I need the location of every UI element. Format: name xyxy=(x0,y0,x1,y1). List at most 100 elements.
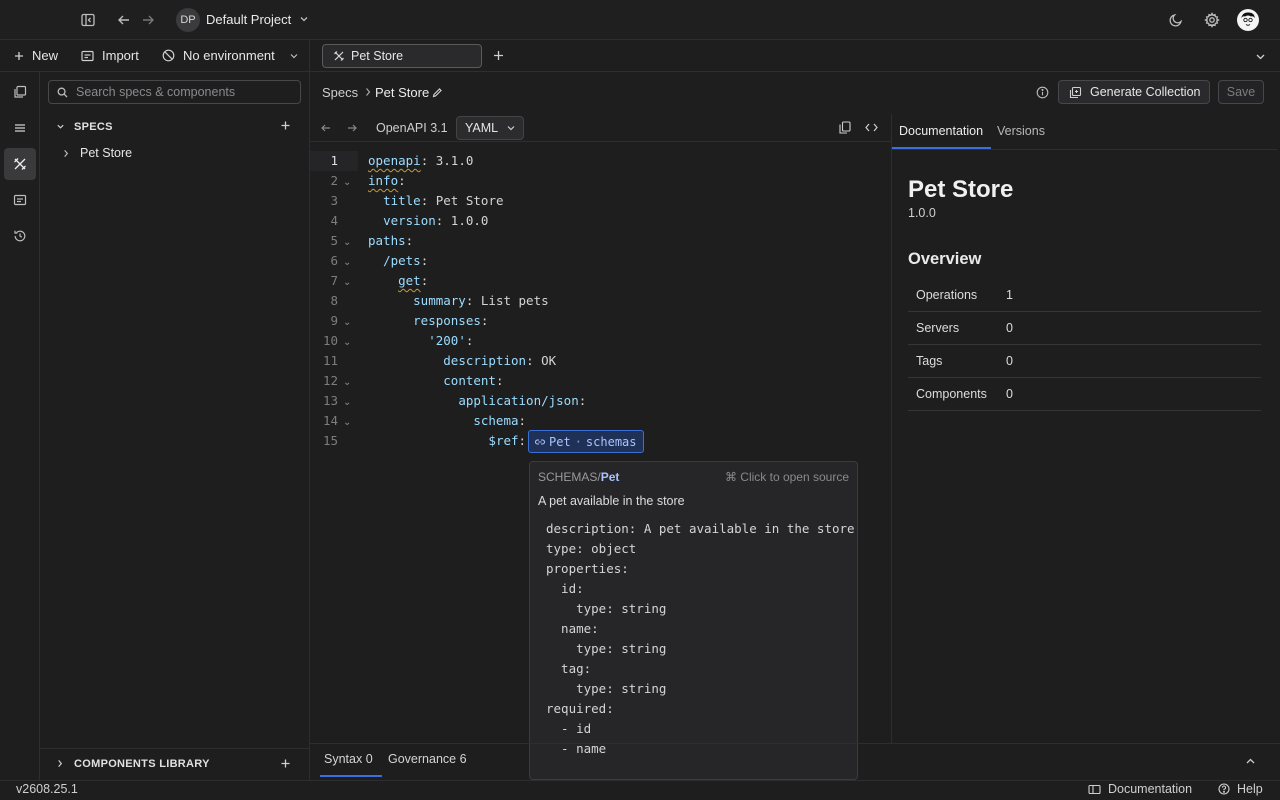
tab-governance[interactable]: Governance 6 xyxy=(388,752,467,766)
documentation-link[interactable]: Documentation xyxy=(1088,782,1192,796)
hover-card-line: type: string xyxy=(546,681,667,696)
moon-icon[interactable] xyxy=(1168,12,1184,28)
generate-icon xyxy=(1069,86,1082,99)
breadcrumb-root[interactable]: Specs xyxy=(322,85,358,100)
environments-icon[interactable] xyxy=(4,112,36,144)
hover-card-description: A pet available in the store xyxy=(538,494,685,508)
specs-header-label: SPECS xyxy=(74,121,113,133)
sidebar-item-pet-store[interactable]: Pet Store xyxy=(40,141,309,165)
add-tab-icon[interactable] xyxy=(493,50,504,61)
code-line: schema: xyxy=(368,411,526,431)
generate-collection-label: Generate Collection xyxy=(1090,85,1201,99)
search-field[interactable] xyxy=(48,80,301,104)
top-bar: DP Default Project xyxy=(0,0,1280,40)
add-spec-icon[interactable] xyxy=(281,121,290,130)
yaml-key: version xyxy=(383,213,436,228)
help-label: Help xyxy=(1237,782,1263,796)
back-arrow-icon[interactable] xyxy=(320,122,332,134)
fold-chevron-icon[interactable]: ⌄ xyxy=(343,333,351,353)
hover-card-line: type: string xyxy=(546,601,667,616)
code-line: responses: xyxy=(368,311,488,331)
chevron-down-icon[interactable] xyxy=(1255,51,1266,62)
help-icon xyxy=(1218,783,1230,795)
format-label: YAML xyxy=(465,121,499,135)
code-line: summary: List pets xyxy=(368,291,548,311)
mock-servers-icon[interactable] xyxy=(4,184,36,216)
components-header-label: COMPONENTS LIBRARY xyxy=(74,758,210,770)
import-button[interactable]: Import xyxy=(81,48,139,63)
fold-chevron-icon[interactable]: ⌄ xyxy=(343,393,351,413)
overview-label: Tags xyxy=(916,354,943,368)
specs-section-header[interactable]: SPECS xyxy=(40,115,309,139)
back-arrow-icon[interactable] xyxy=(116,12,132,28)
overview-row: Components 0 xyxy=(908,378,1261,411)
forward-arrow-icon[interactable] xyxy=(140,12,156,28)
forward-arrow-icon[interactable] xyxy=(346,122,358,134)
overview-value: 0 xyxy=(1006,387,1013,401)
governance-count: 6 xyxy=(459,752,467,766)
tab-syntax[interactable]: Syntax 0 xyxy=(324,752,373,766)
add-component-icon[interactable] xyxy=(281,759,290,768)
generate-collection-button[interactable]: Generate Collection xyxy=(1058,80,1210,104)
hover-card-line: tag: xyxy=(546,661,592,676)
save-button[interactable]: Save xyxy=(1218,80,1264,104)
governance-label: Governance xyxy=(388,752,457,766)
no-environment-icon xyxy=(162,49,175,62)
fold-chevron-icon[interactable]: ⌄ xyxy=(343,373,351,393)
user-avatar[interactable] xyxy=(1237,9,1259,31)
open-source-hint[interactable]: ⌘ Click to open source xyxy=(725,470,849,484)
tab-documentation[interactable]: Documentation xyxy=(899,124,983,138)
code-line: '200': xyxy=(368,331,473,351)
overview-title: Overview xyxy=(908,250,982,268)
chevron-right-icon xyxy=(62,149,70,158)
syntax-count: 0 xyxy=(365,752,373,766)
line-number: 4 xyxy=(330,213,338,228)
tab-pet-store[interactable]: Pet Store xyxy=(322,44,482,68)
fold-chevron-icon[interactable]: ⌄ xyxy=(343,173,351,193)
hover-card-line: id: xyxy=(546,581,584,596)
app-version: v2608.25.1 xyxy=(16,782,78,796)
gear-icon[interactable] xyxy=(1204,12,1220,28)
overview-row: Operations 1 xyxy=(908,279,1261,312)
fold-chevron-icon[interactable]: ⌄ xyxy=(343,313,351,333)
project-name[interactable]: Default Project xyxy=(206,12,291,27)
info-icon[interactable] xyxy=(1036,86,1049,99)
ref-chip[interactable]: Pet · schemas xyxy=(528,430,644,453)
ref-hover-card: SCHEMAS/Pet ⌘ Click to open source A pet… xyxy=(529,461,858,780)
documentation-panel: Documentation Versions Pet Store 1.0.0 O… xyxy=(891,114,1280,743)
yaml-key: application/json xyxy=(458,393,579,408)
project-avatar[interactable]: DP xyxy=(176,8,200,32)
copy-icon[interactable] xyxy=(839,121,851,134)
toggle-sidebar-icon[interactable] xyxy=(80,12,96,28)
fold-chevron-icon[interactable]: ⌄ xyxy=(343,233,351,253)
code-icon[interactable] xyxy=(865,122,878,133)
tab-label: Pet Store xyxy=(351,49,404,63)
format-select[interactable]: YAML xyxy=(456,116,524,140)
collections-icon[interactable] xyxy=(4,76,36,108)
pencil-icon[interactable] xyxy=(432,87,443,98)
chevron-down-icon[interactable] xyxy=(298,13,310,25)
environment-select[interactable]: No environment xyxy=(162,48,299,63)
specs-icon[interactable] xyxy=(4,148,36,180)
fold-chevron-icon[interactable]: ⌄ xyxy=(343,253,351,273)
overview-row: Tags 0 xyxy=(908,345,1261,378)
fold-chevron-icon[interactable]: ⌄ xyxy=(343,273,351,293)
ref-chip-kind: schemas xyxy=(585,434,637,449)
overview-label: Components xyxy=(916,387,987,401)
components-library-header[interactable]: COMPONENTS LIBRARY xyxy=(40,748,309,780)
search-input[interactable] xyxy=(76,85,286,99)
help-link[interactable]: Help xyxy=(1218,782,1263,796)
chevron-down-icon xyxy=(506,123,516,133)
new-button[interactable]: New xyxy=(14,48,58,63)
chevron-up-icon[interactable] xyxy=(1245,756,1256,767)
sidebar-item-label: Pet Store xyxy=(80,146,133,160)
environment-label: No environment xyxy=(183,48,275,63)
history-icon[interactable] xyxy=(4,220,36,252)
fold-chevron-icon[interactable]: ⌄ xyxy=(343,413,351,433)
code-line: $ref: xyxy=(368,431,526,451)
tab-versions[interactable]: Versions xyxy=(997,124,1045,138)
